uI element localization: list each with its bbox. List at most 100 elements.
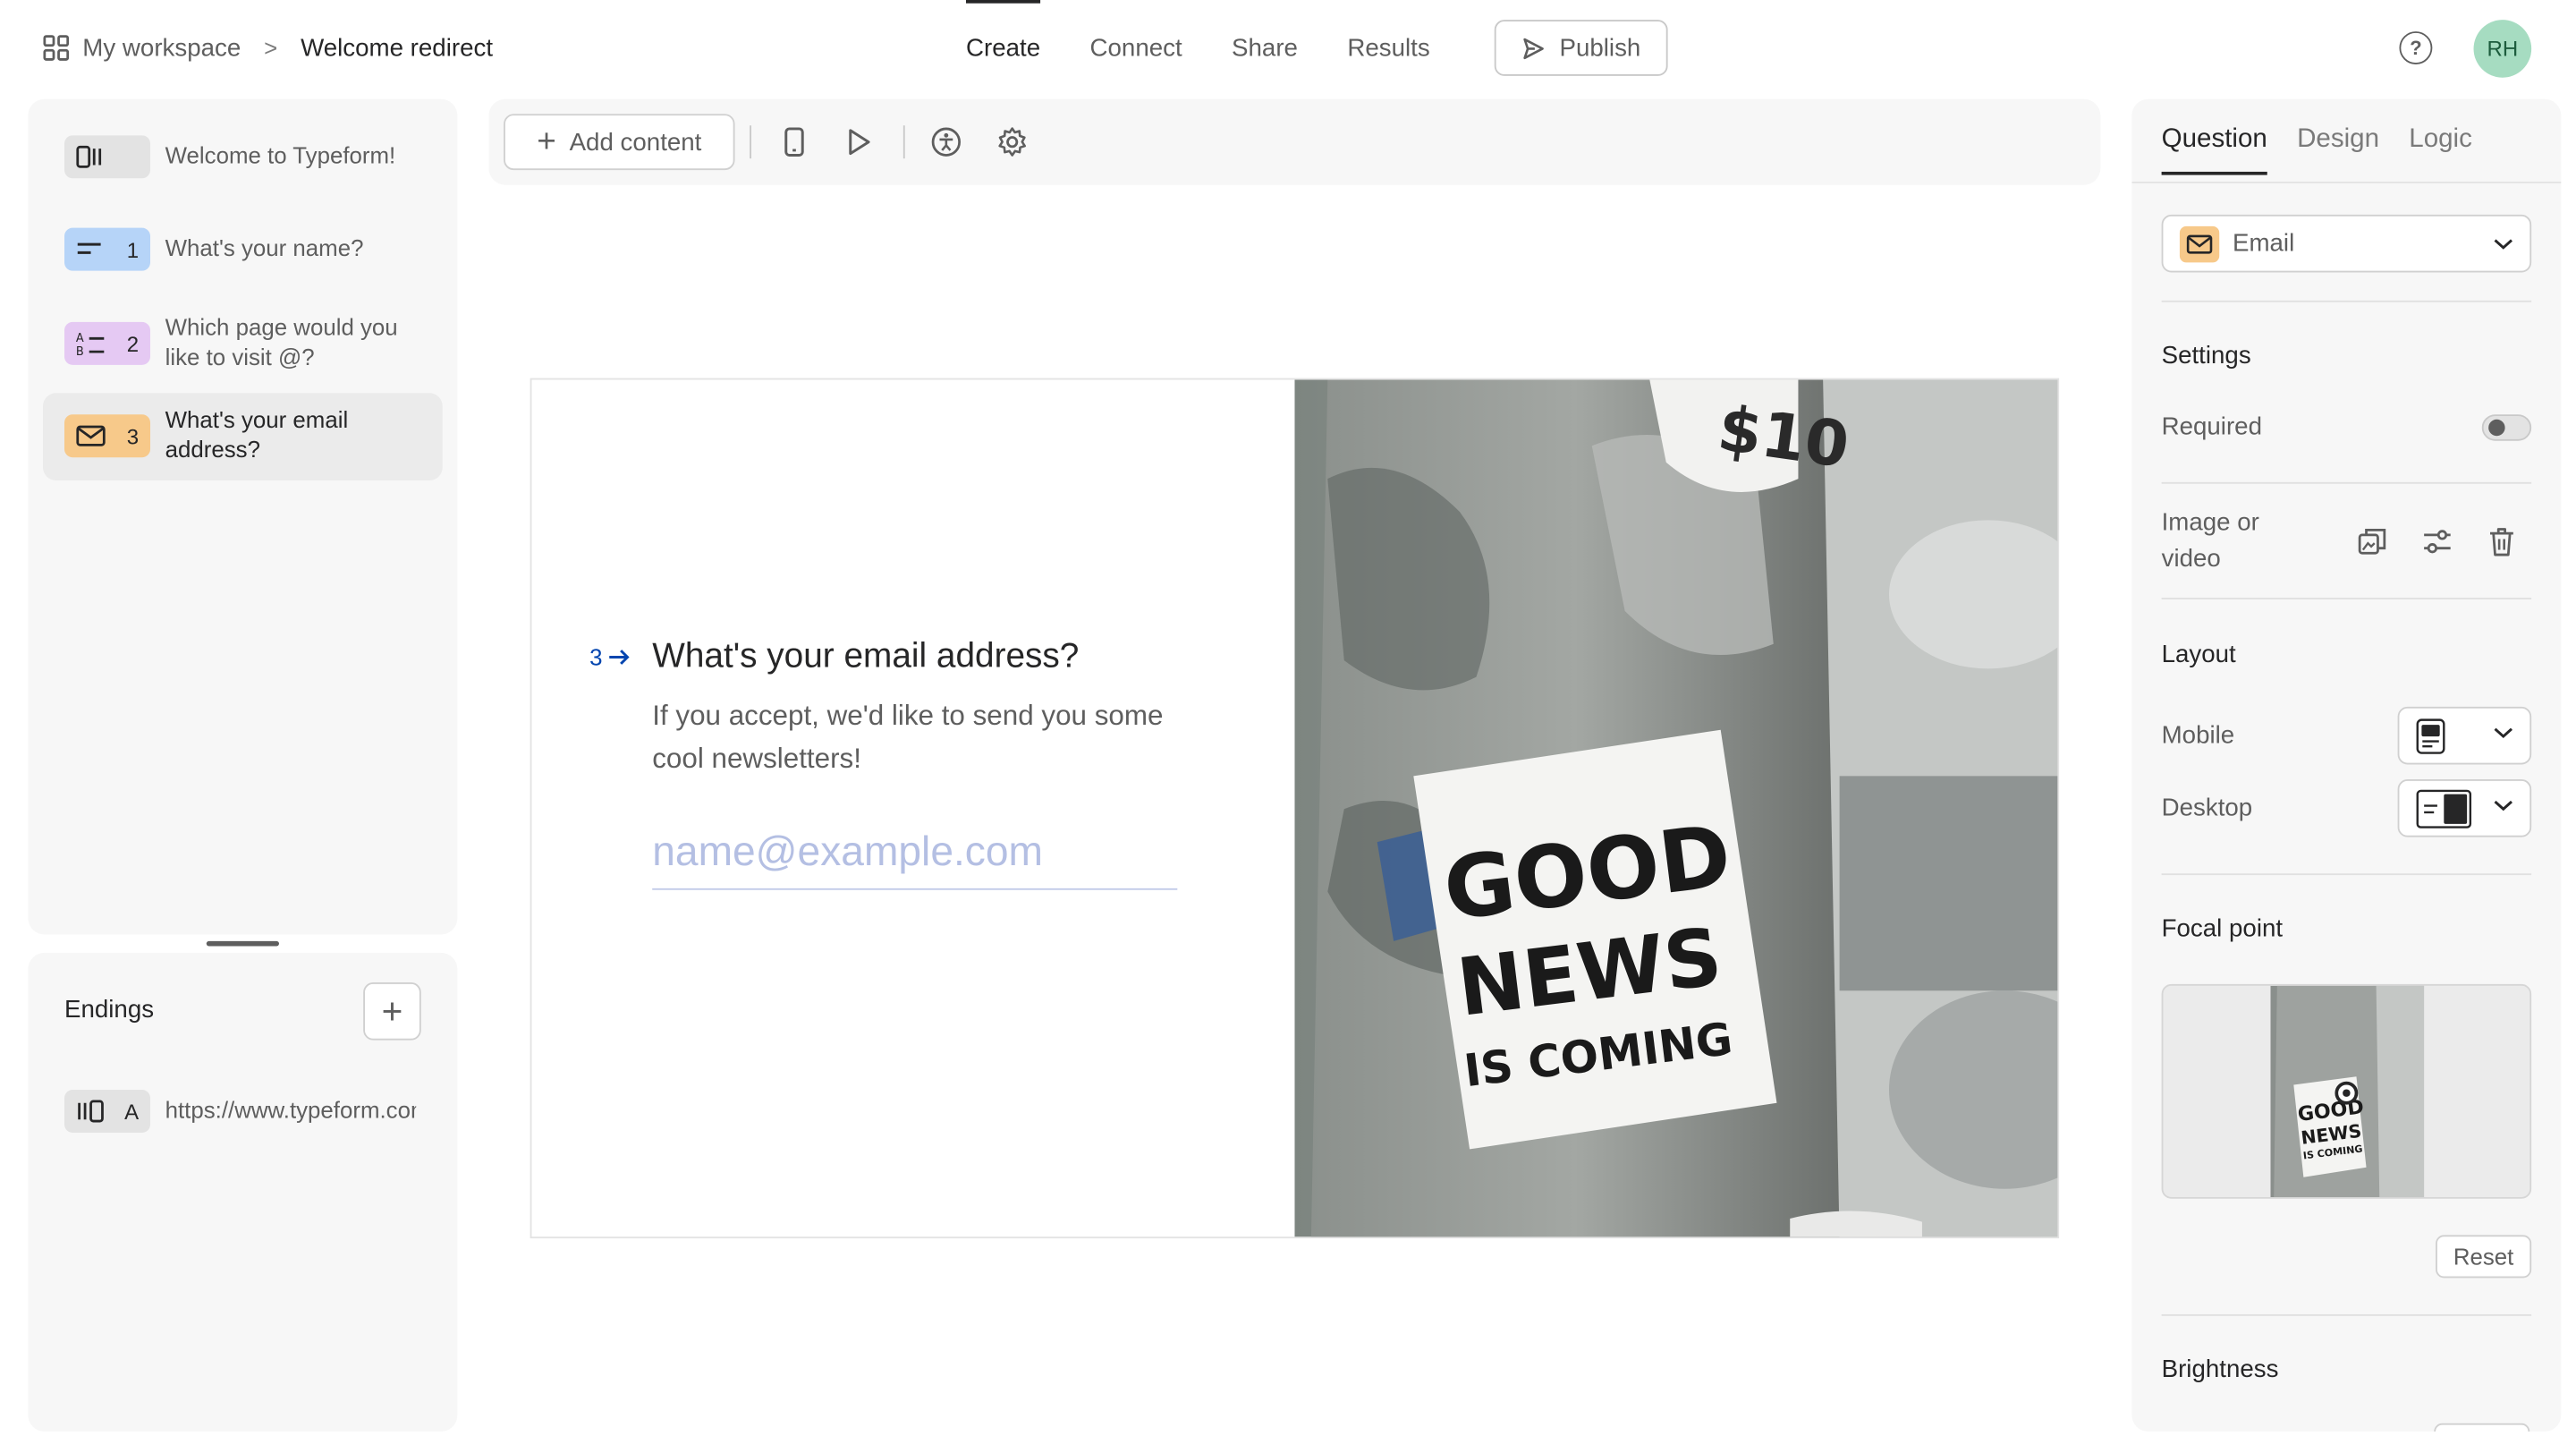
publish-label: Publish [1559, 33, 1641, 63]
toolbar-divider [902, 125, 905, 159]
svg-text:A: A [76, 332, 84, 345]
tab-design[interactable]: Design [2297, 125, 2379, 174]
chevron-down-icon [2494, 727, 2512, 739]
question-type-label: Email [2232, 229, 2295, 258]
question-type-select[interactable]: Email [2161, 214, 2532, 273]
focal-point-thumbnail: GOOD NEWS IS COMING [2270, 985, 2425, 1197]
required-label: Required [2161, 412, 2262, 441]
question-text: Welcome to Typeform! [165, 141, 396, 169]
breadcrumb-chevron-icon: > [264, 34, 278, 62]
adjust-sliders-icon[interactable] [2420, 525, 2453, 558]
brightness-control[interactable] [2434, 1423, 2530, 1432]
mobile-preview-icon[interactable] [778, 125, 811, 158]
focal-point-heading: Focal point [2161, 914, 2284, 943]
focal-point-picker[interactable]: GOOD NEWS IS COMING [2161, 983, 2532, 1199]
brightness-heading: Brightness [2161, 1355, 2279, 1384]
ending-url: https://www.typeform.com [165, 1096, 417, 1123]
publish-button[interactable]: Publish [1494, 20, 1668, 76]
form-preview-canvas[interactable]: 3 What's your email address? If you acce… [530, 378, 2060, 1239]
help-icon[interactable]: ? [2399, 31, 2433, 64]
divider [2161, 598, 2532, 599]
avatar[interactable]: RH [2473, 20, 2532, 78]
question-badge [64, 135, 150, 179]
breadcrumb: My workspace > Welcome redirect [43, 27, 493, 70]
question-text: What's your email address? [165, 405, 349, 462]
add-content-button[interactable]: + Add content [504, 114, 735, 171]
tab-results[interactable]: Results [1323, 0, 1455, 96]
tab-create[interactable]: Create [941, 0, 1065, 96]
tabs-divider [2131, 181, 2562, 183]
preview-question-description[interactable]: If you accept, we'd like to send you som… [652, 695, 1181, 781]
required-toggle[interactable] [2481, 414, 2532, 441]
mobile-layout-thumb-icon [2416, 718, 2445, 754]
top-bar: My workspace > Welcome redirect Create C… [0, 0, 2576, 96]
question-number: 1 [126, 236, 140, 262]
preview-question-title[interactable]: What's your email address? [652, 637, 1079, 676]
ending-letter: A [124, 1099, 140, 1124]
tab-connect[interactable]: Connect [1065, 0, 1208, 96]
desktop-layout-thumb-icon [2416, 789, 2472, 828]
settings-gear-icon[interactable] [996, 125, 1029, 158]
add-ending-button[interactable]: + [363, 982, 421, 1041]
editor-toolbar: + Add content [488, 98, 2101, 185]
add-content-label: Add content [569, 128, 702, 157]
question-item-1[interactable]: 1 What's your name? [43, 215, 443, 285]
question-item-3[interactable]: 3 What's your email address? [42, 393, 443, 481]
chevron-down-icon [2494, 800, 2512, 811]
desktop-layout-label: Desktop [2161, 794, 2253, 823]
main-nav-tabs: Create Connect Share Results [941, 0, 1454, 96]
desktop-layout-select[interactable] [2397, 779, 2532, 837]
question-badge: 3 [64, 414, 150, 458]
question-text: What's your name? [165, 234, 364, 261]
question-settings-panel: Question Design Logic Email Settings Req… [2131, 98, 2562, 1432]
question-badge: 1 [64, 227, 150, 271]
workspace-grid-icon[interactable] [43, 35, 70, 62]
plus-icon: + [537, 123, 556, 161]
divider [2161, 481, 2532, 484]
play-preview-icon[interactable] [843, 125, 876, 158]
mobile-layout-select[interactable] [2397, 706, 2532, 765]
mobile-layout-label: Mobile [2161, 721, 2235, 750]
questions-panel: Welcome to Typeform! 1 What's your name?… [28, 98, 458, 935]
divider [2161, 873, 2532, 876]
question-background-image[interactable]: $10 GOOD NEWS IS COMING [1294, 379, 2059, 1238]
email-type-badge [2179, 225, 2220, 262]
email-icon [2186, 234, 2213, 253]
question-number: 2 [126, 331, 140, 356]
question-number-label: 3 [589, 643, 603, 671]
tab-logic[interactable]: Logic [2409, 125, 2472, 174]
ending-item[interactable]: A https://www.typeform.com [64, 1089, 421, 1133]
question-number: 3 [126, 423, 140, 449]
chevron-down-icon [2494, 238, 2512, 249]
svg-text:B: B [76, 345, 84, 357]
breadcrumb-workspace-link[interactable]: My workspace [82, 34, 241, 62]
arrow-right-icon [608, 650, 630, 665]
email-icon [76, 425, 106, 446]
reset-focal-point-button[interactable]: Reset [2436, 1235, 2532, 1279]
question-badge: A B 2 [64, 321, 150, 365]
settings-heading: Settings [2161, 342, 2251, 370]
toolbar-divider [750, 125, 751, 159]
divider [2161, 1313, 2532, 1316]
email-answer-field[interactable]: name@example.com [652, 822, 1178, 890]
settings-tabs: Question Design Logic [2161, 125, 2472, 175]
divider [2161, 300, 2532, 302]
question-item-welcome[interactable]: Welcome to Typeform! [43, 123, 443, 192]
multiple-choice-icon: A B [76, 332, 105, 357]
welcome-screen-icon [76, 145, 102, 168]
question-item-2[interactable]: A B 2 Which page would you like to visit… [43, 307, 443, 379]
panel-resize-handle[interactable] [206, 940, 279, 947]
breadcrumb-form-name[interactable]: Welcome redirect [301, 34, 493, 62]
short-text-icon [77, 242, 101, 254]
tab-question[interactable]: Question [2161, 125, 2267, 175]
trash-icon[interactable] [2485, 525, 2518, 558]
endings-panel: Endings + A https://www.typeform.com [28, 952, 458, 1432]
question-text: Which page would you like to visit @? [165, 313, 398, 370]
image-or-video-label: Image or video [2161, 508, 2259, 574]
redirect-icon [78, 1100, 104, 1123]
preview-question-number: 3 [589, 643, 631, 671]
accessibility-icon[interactable] [929, 125, 962, 158]
replace-media-icon[interactable] [2356, 525, 2389, 558]
tab-share[interactable]: Share [1207, 0, 1322, 96]
send-icon [1524, 37, 1545, 59]
